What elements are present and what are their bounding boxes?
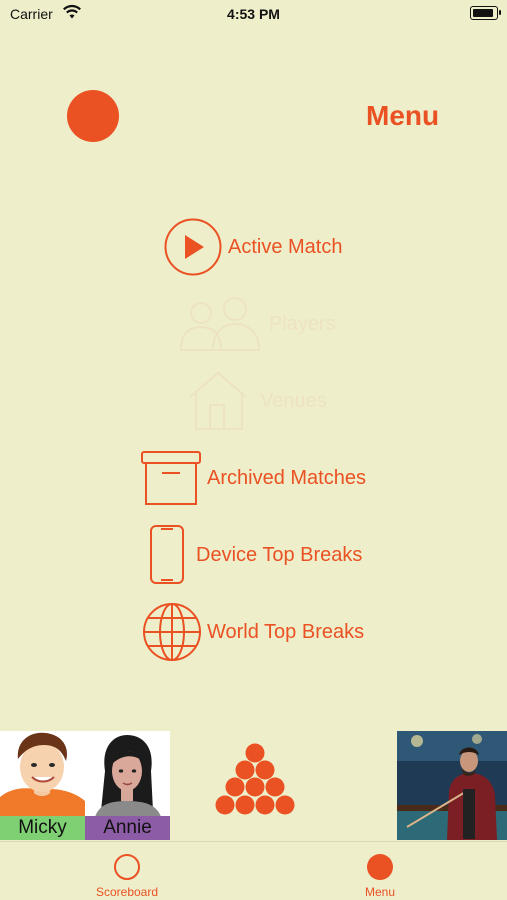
- menu-item-label: Archived Matches: [207, 466, 366, 489]
- globe-icon: [143, 603, 201, 661]
- menu-item-label: Venues: [260, 389, 327, 412]
- menu-item-venues[interactable]: Venues: [188, 371, 327, 431]
- play-circle-icon: [164, 218, 222, 276]
- clock: 4:53 PM: [227, 6, 280, 22]
- menu-item-world-top-breaks[interactable]: World Top Breaks: [142, 602, 364, 662]
- app-logo-dot: [67, 90, 119, 142]
- page-title: Menu: [366, 100, 440, 131]
- menu-item-label: Players: [269, 312, 336, 335]
- snooker-balls-triangle-icon: [215, 743, 295, 815]
- house-icon: [189, 371, 247, 430]
- people-icon: [179, 297, 261, 351]
- battery-icon: [470, 6, 501, 20]
- menu-item-active-match[interactable]: Active Match: [164, 218, 342, 276]
- player-name: Annie: [85, 816, 170, 840]
- player-name: Micky: [0, 816, 85, 840]
- tab-scoreboard[interactable]: Scoreboard: [62, 842, 192, 900]
- circle-outline-icon: [114, 854, 140, 880]
- menu-item-device-top-breaks[interactable]: Device Top Breaks: [150, 525, 362, 585]
- menu-item-label: Device Top Breaks: [196, 543, 363, 566]
- menu-item-label: World Top Breaks: [207, 620, 365, 643]
- pool-player-image: [397, 731, 507, 840]
- player-strip: Micky Annie: [0, 731, 507, 841]
- tab-menu[interactable]: Menu: [315, 842, 445, 900]
- menu-item-archived-matches[interactable]: Archived Matches: [141, 451, 366, 505]
- status-bar: Carrier 4:53 PM: [0, 0, 507, 28]
- player-avatar-annie: [95, 735, 161, 817]
- archive-box-icon: [141, 451, 201, 505]
- menu-item-label: Active Match: [228, 235, 343, 258]
- tab-label: Scoreboard: [95, 885, 159, 899]
- phone-icon: [150, 525, 184, 584]
- menu-item-players[interactable]: Players: [179, 296, 336, 352]
- player-card-annie[interactable]: Annie: [85, 731, 170, 840]
- tab-label: Menu: [364, 885, 396, 899]
- circle-filled-icon: [367, 854, 393, 880]
- tab-bar: Scoreboard Menu: [0, 841, 507, 900]
- battery-fill: [472, 8, 493, 17]
- venue-photo: [397, 731, 507, 840]
- player-avatar-micky: [0, 732, 85, 817]
- player-card-micky[interactable]: Micky: [0, 731, 85, 840]
